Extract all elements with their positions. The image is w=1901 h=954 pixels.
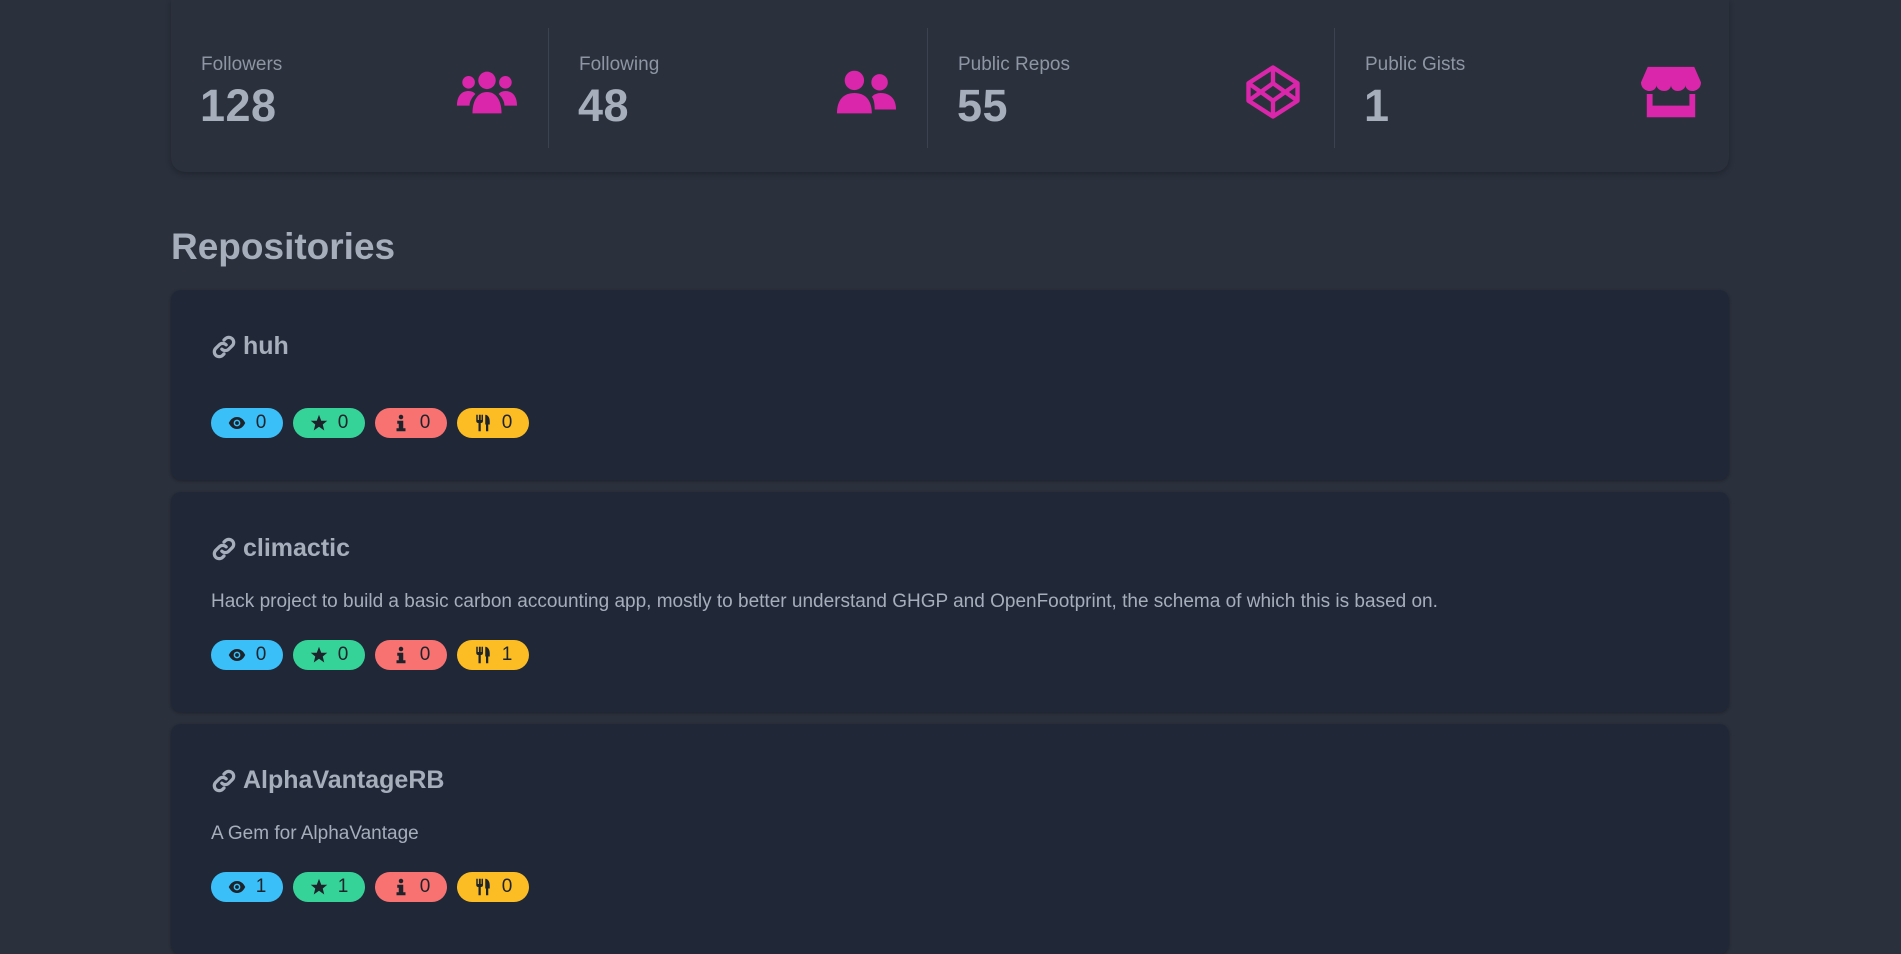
stars-count: 1 <box>337 876 349 897</box>
eye-icon <box>228 881 245 893</box>
repo-badges: 0 0 0 1 <box>211 640 529 670</box>
eye-icon <box>228 649 245 661</box>
stars-badge: 0 <box>293 640 365 670</box>
stat-title: Following <box>579 54 660 75</box>
watchers-badge: 0 <box>211 408 283 438</box>
stars-count: 0 <box>337 412 349 433</box>
watchers-count: 0 <box>255 644 267 665</box>
user-friends-icon <box>835 64 897 120</box>
issues-badge: 0 <box>375 640 447 670</box>
repo-name: climactic <box>243 534 351 562</box>
info-icon <box>396 414 406 432</box>
forks-count: 1 <box>501 644 513 665</box>
stat-title: Public Repos <box>958 54 1070 75</box>
repo-description: A Gem for AlphaVantage <box>211 823 419 844</box>
star-icon <box>310 646 327 663</box>
stat-public-repos: Public Repos 55 <box>927 28 1334 148</box>
utensils-icon <box>475 414 490 432</box>
star-icon <box>310 878 327 895</box>
repo-name: huh <box>243 332 289 360</box>
issues-badge: 0 <box>375 872 447 902</box>
store-icon <box>1640 64 1702 120</box>
watchers-count: 0 <box>255 412 267 433</box>
stat-title: Public Gists <box>1365 54 1466 75</box>
users-icon <box>456 64 518 120</box>
repo-name: AlphaVantageRB <box>243 766 445 794</box>
issues-badge: 0 <box>375 408 447 438</box>
utensils-icon <box>475 878 490 896</box>
star-icon <box>310 414 327 431</box>
forks-count: 0 <box>501 412 513 433</box>
forks-badge: 0 <box>457 408 529 438</box>
issues-count: 0 <box>419 876 431 897</box>
stat-title: Followers <box>201 54 283 75</box>
stars-count: 0 <box>337 644 349 665</box>
forks-count: 0 <box>501 876 513 897</box>
repo-card: AlphaVantageRB A Gem for AlphaVantage 1 … <box>171 724 1729 954</box>
stat-value: 48 <box>578 80 630 131</box>
repo-badges: 0 0 0 0 <box>211 408 529 438</box>
link-icon <box>211 334 237 360</box>
stat-following: Following 48 <box>548 28 927 148</box>
repo-card: climactic Hack project to build a basic … <box>171 492 1729 712</box>
watchers-badge: 0 <box>211 640 283 670</box>
repo-description: Hack project to build a basic carbon acc… <box>211 591 1438 612</box>
info-icon <box>396 878 406 896</box>
info-icon <box>396 646 406 664</box>
link-icon <box>211 536 237 562</box>
stars-badge: 0 <box>293 408 365 438</box>
stat-value: 1 <box>1364 80 1390 131</box>
repo-link[interactable]: huh <box>211 332 289 361</box>
issues-count: 0 <box>419 412 431 433</box>
forks-badge: 1 <box>457 640 529 670</box>
forks-badge: 0 <box>457 872 529 902</box>
repo-card: huh 0 0 0 0 <box>171 290 1729 480</box>
utensils-icon <box>475 646 490 664</box>
stats-panel: Followers 128 Following 48 Public Repos … <box>171 0 1729 172</box>
stat-value: 55 <box>957 80 1009 131</box>
stars-badge: 1 <box>293 872 365 902</box>
eye-icon <box>228 417 245 429</box>
watchers-count: 1 <box>255 876 267 897</box>
issues-count: 0 <box>419 644 431 665</box>
main-container: Followers 128 Following 48 Public Repos … <box>171 0 1729 954</box>
repo-badges: 1 1 0 0 <box>211 872 529 902</box>
stat-followers: Followers 128 <box>171 28 548 148</box>
watchers-badge: 1 <box>211 872 283 902</box>
codepen-icon <box>1242 64 1304 120</box>
stat-public-gists: Public Gists 1 <box>1334 28 1732 148</box>
repositories-heading: Repositories <box>171 226 396 267</box>
stat-value: 128 <box>200 80 277 131</box>
link-icon <box>211 768 237 794</box>
repo-link[interactable]: climactic <box>211 534 350 563</box>
repo-link[interactable]: AlphaVantageRB <box>211 766 444 795</box>
